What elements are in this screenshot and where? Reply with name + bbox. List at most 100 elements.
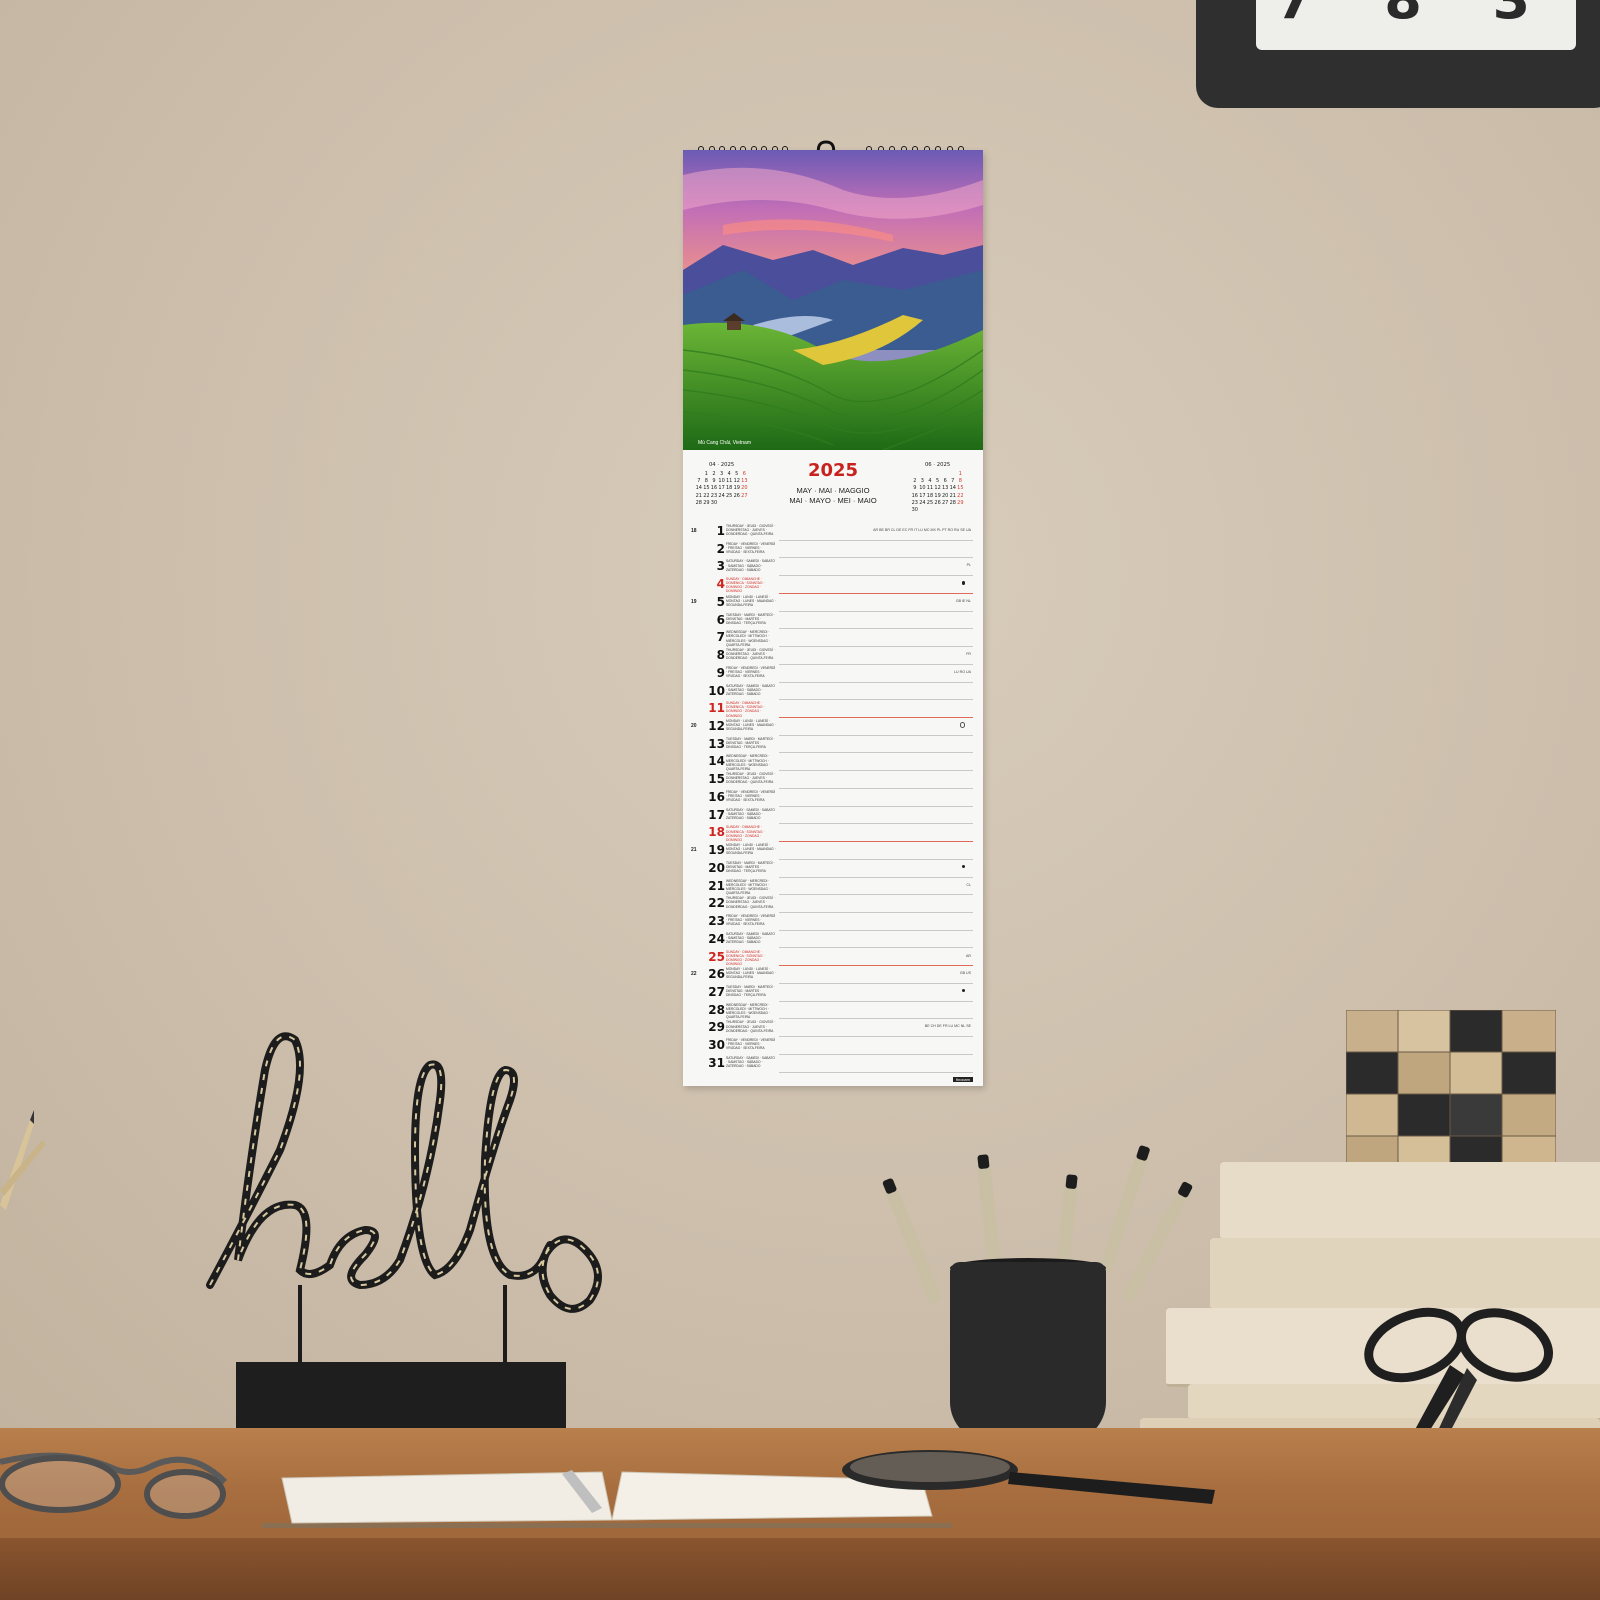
- day-row[interactable]: 8 THURSDAY · JEUDI · GIOVEDÌ · DONNERSTAG…: [683, 647, 983, 665]
- day-row[interactable]: 10 SATURDAY · SAMEDI · SABATO · SAMSTAG ·…: [683, 683, 983, 701]
- day-row[interactable]: 19 5 MONDAY · LUNDI · LUNEDÌ · MONTAG · LU…: [683, 594, 983, 612]
- mini-day: 28: [949, 499, 956, 506]
- day-row[interactable]: 27 TUESDAY · MARDI · MARTEDÌ · DIENSTAG ·…: [683, 984, 983, 1002]
- day-row[interactable]: 25 SUNDAY · DIMANCHE · DOMENICA · SONNTAG…: [683, 949, 983, 967]
- mini-day: 2: [913, 478, 917, 485]
- mini-day: 24: [919, 499, 926, 506]
- weekday-names: THURSDAY · JEUDI · GIOVEDÌ · DONNERSTAG …: [726, 648, 775, 661]
- day-number: 21: [708, 878, 725, 893]
- day-number: 25: [708, 949, 725, 964]
- day-number: 12: [708, 719, 725, 734]
- mini-day: 26: [934, 499, 941, 506]
- mini-day: 22: [957, 492, 964, 499]
- day-row[interactable]: 18 SUNDAY · DIMANCHE · DOMENICA · SONNTAG…: [683, 824, 983, 843]
- mini-day: 7: [951, 478, 955, 485]
- weekday-names: THURSDAY · JEUDI · GIOVEDÌ · DONNERSTAG …: [726, 1020, 775, 1033]
- day-row[interactable]: 14 WEDNESDAY · MERCREDI · MERCOLEDÌ · MIT…: [683, 753, 983, 772]
- mini-calendar-grid: 1 2 3 4 5 6 7 8 9 10 11 12 13 14 15 16 17 18 19 20 21 22 23 24 2…: [695, 471, 748, 506]
- mini-day: 4: [928, 478, 932, 485]
- weekday-names: FRIDAY · VENDREDI · VENERDÌ · FREITAG · …: [726, 914, 776, 927]
- day-row[interactable]: 18 1 THURSDAY · JEUDI · GIOVEDÌ · DONNERST…: [683, 523, 983, 541]
- holiday-country-codes: PL: [966, 563, 971, 568]
- day-number: 13: [708, 736, 725, 751]
- mini-calendar-april: 04 · 2025 1 2 3 4 5 6 7 8 9 10 11 12 13 14 15 16 17 18 19 2…: [695, 462, 748, 506]
- day-number: 17: [708, 807, 725, 822]
- mini-day: 5: [935, 478, 940, 485]
- mini-day: 11: [926, 485, 934, 492]
- day-row[interactable]: 29 THURSDAY · JEUDI · GIOVEDÌ · DONNERSTA…: [683, 1019, 983, 1038]
- holiday-country-codes: GB IE NL: [955, 598, 971, 603]
- mini-day: 12: [934, 485, 941, 492]
- mini-day: 18: [926, 492, 934, 499]
- day-row[interactable]: 20 TUESDAY · MARDI · MARTEDÌ · DIENSTAG ·…: [683, 860, 983, 878]
- day-number: 22: [708, 896, 725, 911]
- day-number: 19: [708, 843, 725, 858]
- weekday-names: WEDNESDAY · MERCREDI · MERCOLEDÌ · MITTW…: [726, 1002, 770, 1019]
- day-number: 1: [716, 524, 725, 538]
- day-number: 2: [716, 541, 725, 556]
- mini-day: 10: [718, 478, 725, 485]
- mini-day: [919, 471, 927, 477]
- day-row[interactable]: 6 TUESDAY · MARDI · MARTEDÌ · DIENSTAG · …: [683, 612, 983, 630]
- weekday-names: WEDNESDAY · MERCREDI · MERCOLEDÌ · MITTW…: [726, 630, 770, 647]
- day-number: 31: [708, 1055, 725, 1070]
- weekday-names: THURSDAY · JEUDI · GIOVEDÌ · DONNERSTAG …: [726, 772, 775, 785]
- eyeglasses: [0, 1452, 228, 1519]
- mini-day: [741, 500, 749, 506]
- weekday-names: MONDAY · LUNDI · LUNEDÌ · MONTAG · LUNES…: [726, 843, 776, 856]
- day-row[interactable]: 15 THURSDAY · JEUDI · GIOVEDÌ · DONNERSTA…: [683, 771, 983, 789]
- day-row[interactable]: 22 THURSDAY · JEUDI · GIOVEDÌ · DONNERSTA…: [683, 895, 983, 914]
- weekday-names: TUESDAY · MARDI · MARTEDÌ · DIENSTAG · M…: [726, 612, 775, 625]
- weekday-names: SATURDAY · SAMEDI · SABATO · SAMSTAG · S…: [726, 1055, 775, 1069]
- wall-calendar: Mù Cang Chải, Vietnam 2025 MAY · MAI · M…: [683, 150, 983, 1086]
- writing-line: [779, 1071, 973, 1073]
- day-row[interactable]: 28 WEDNESDAY · MERCREDI · MERCOLEDÌ · MIT…: [683, 1002, 983, 1020]
- moon-phase-icon: [961, 864, 965, 869]
- day-row[interactable]: 30 FRIDAY · VENDREDI · VENERDÌ · FREITAG …: [683, 1037, 983, 1055]
- day-row[interactable]: 7 WEDNESDAY · MERCREDI · MERCOLEDÌ · MITT…: [683, 629, 983, 648]
- day-row[interactable]: 4 SUNDAY · DIMANCHE · DOMENICA · SONNTAG …: [683, 576, 983, 594]
- day-row[interactable]: 20 12 MONDAY · LUNDI · LUNEDÌ · MONTAG · L…: [683, 718, 983, 736]
- weekday-names: WEDNESDAY · MERCREDI · MERCOLEDÌ · MITTW…: [726, 878, 770, 895]
- wooden-puzzle-cube: [1346, 1010, 1556, 1180]
- day-number: 7: [716, 630, 725, 645]
- holiday-country-codes: AR: [966, 953, 971, 958]
- day-row[interactable]: 23 FRIDAY · VENDREDI · VENERDÌ · FREITAG …: [683, 913, 983, 931]
- weekday-names: SUNDAY · DIMANCHE · DOMENICA · SONNTAG ·…: [726, 701, 765, 718]
- pen-cup: [950, 1262, 1106, 1442]
- day-number: 3: [716, 559, 725, 574]
- mini-calendar-june: 06 · 2025 1 2 3 4 5 6 7 8 9 10 11 12 13 14 15 16 17 18 19 2…: [911, 462, 964, 513]
- day-row[interactable]: 3 SATURDAY · SAMEDI · SABATO · SAMSTAG · …: [683, 558, 983, 577]
- mini-day: 15: [703, 485, 710, 492]
- mini-day: 18: [725, 485, 733, 492]
- mini-day: 10: [919, 485, 926, 492]
- day-row[interactable]: 2 FRIDAY · VENDREDI · VENERDÌ · FREITAG ·…: [683, 541, 983, 559]
- day-number: 16: [708, 789, 725, 804]
- day-row[interactable]: 16 FRIDAY · VENDREDI · VENERDÌ · FREITAG …: [683, 789, 983, 807]
- mini-day: 17: [718, 485, 725, 492]
- day-number: 11: [708, 701, 725, 716]
- weekday-names: SATURDAY · SAMEDI · SABATO · SAMSTAG · S…: [726, 807, 775, 820]
- day-row[interactable]: 13 TUESDAY · MARDI · MARTEDÌ · DIENSTAG ·…: [683, 736, 983, 754]
- mini-day: 9: [913, 485, 917, 492]
- holiday-country-codes: LU RO UA: [954, 669, 971, 674]
- day-number: 4: [716, 577, 725, 592]
- day-row[interactable]: 31 SATURDAY · SAMEDI · SABATO · SAMSTAG ·…: [683, 1055, 983, 1073]
- mini-day: 1: [958, 471, 962, 477]
- day-row[interactable]: 24 SATURDAY · SAMEDI · SABATO · SAMSTAG ·…: [683, 931, 983, 949]
- mini-day: 13: [741, 478, 748, 485]
- mini-day: 25: [725, 492, 733, 499]
- day-row[interactable]: 21 19 MONDAY · LUNDI · LUNEDÌ · MONTAG · L…: [683, 842, 983, 860]
- mini-day: [919, 507, 927, 513]
- moon-phase-icon: [961, 581, 965, 585]
- weekday-names: SATURDAY · SAMEDI · SABATO · SAMSTAG · S…: [726, 559, 775, 572]
- day-row[interactable]: 21 WEDNESDAY · MERCREDI · MERCOLEDÌ · MIT…: [683, 878, 983, 896]
- pencils: [0, 1110, 46, 1210]
- day-row[interactable]: 22 26 MONDAY · LUNDI · LUNEDÌ · MONTAG · L…: [683, 966, 983, 984]
- clock-display: 7 8 3: [1256, 0, 1576, 50]
- day-row[interactable]: 17 SATURDAY · SAMEDI · SABATO · SAMSTAG ·…: [683, 807, 983, 825]
- day-row[interactable]: 11 SUNDAY · DIMANCHE · DOMENICA · SONNTAG…: [683, 700, 983, 718]
- day-row[interactable]: 9 FRIDAY · VENDREDI · VENERDÌ · FREITAG ·…: [683, 665, 983, 683]
- day-number: 30: [708, 1038, 725, 1053]
- weekday-names: THURSDAY · JEUDI · GIOVEDÌ · DONNERSTAG …: [726, 896, 775, 909]
